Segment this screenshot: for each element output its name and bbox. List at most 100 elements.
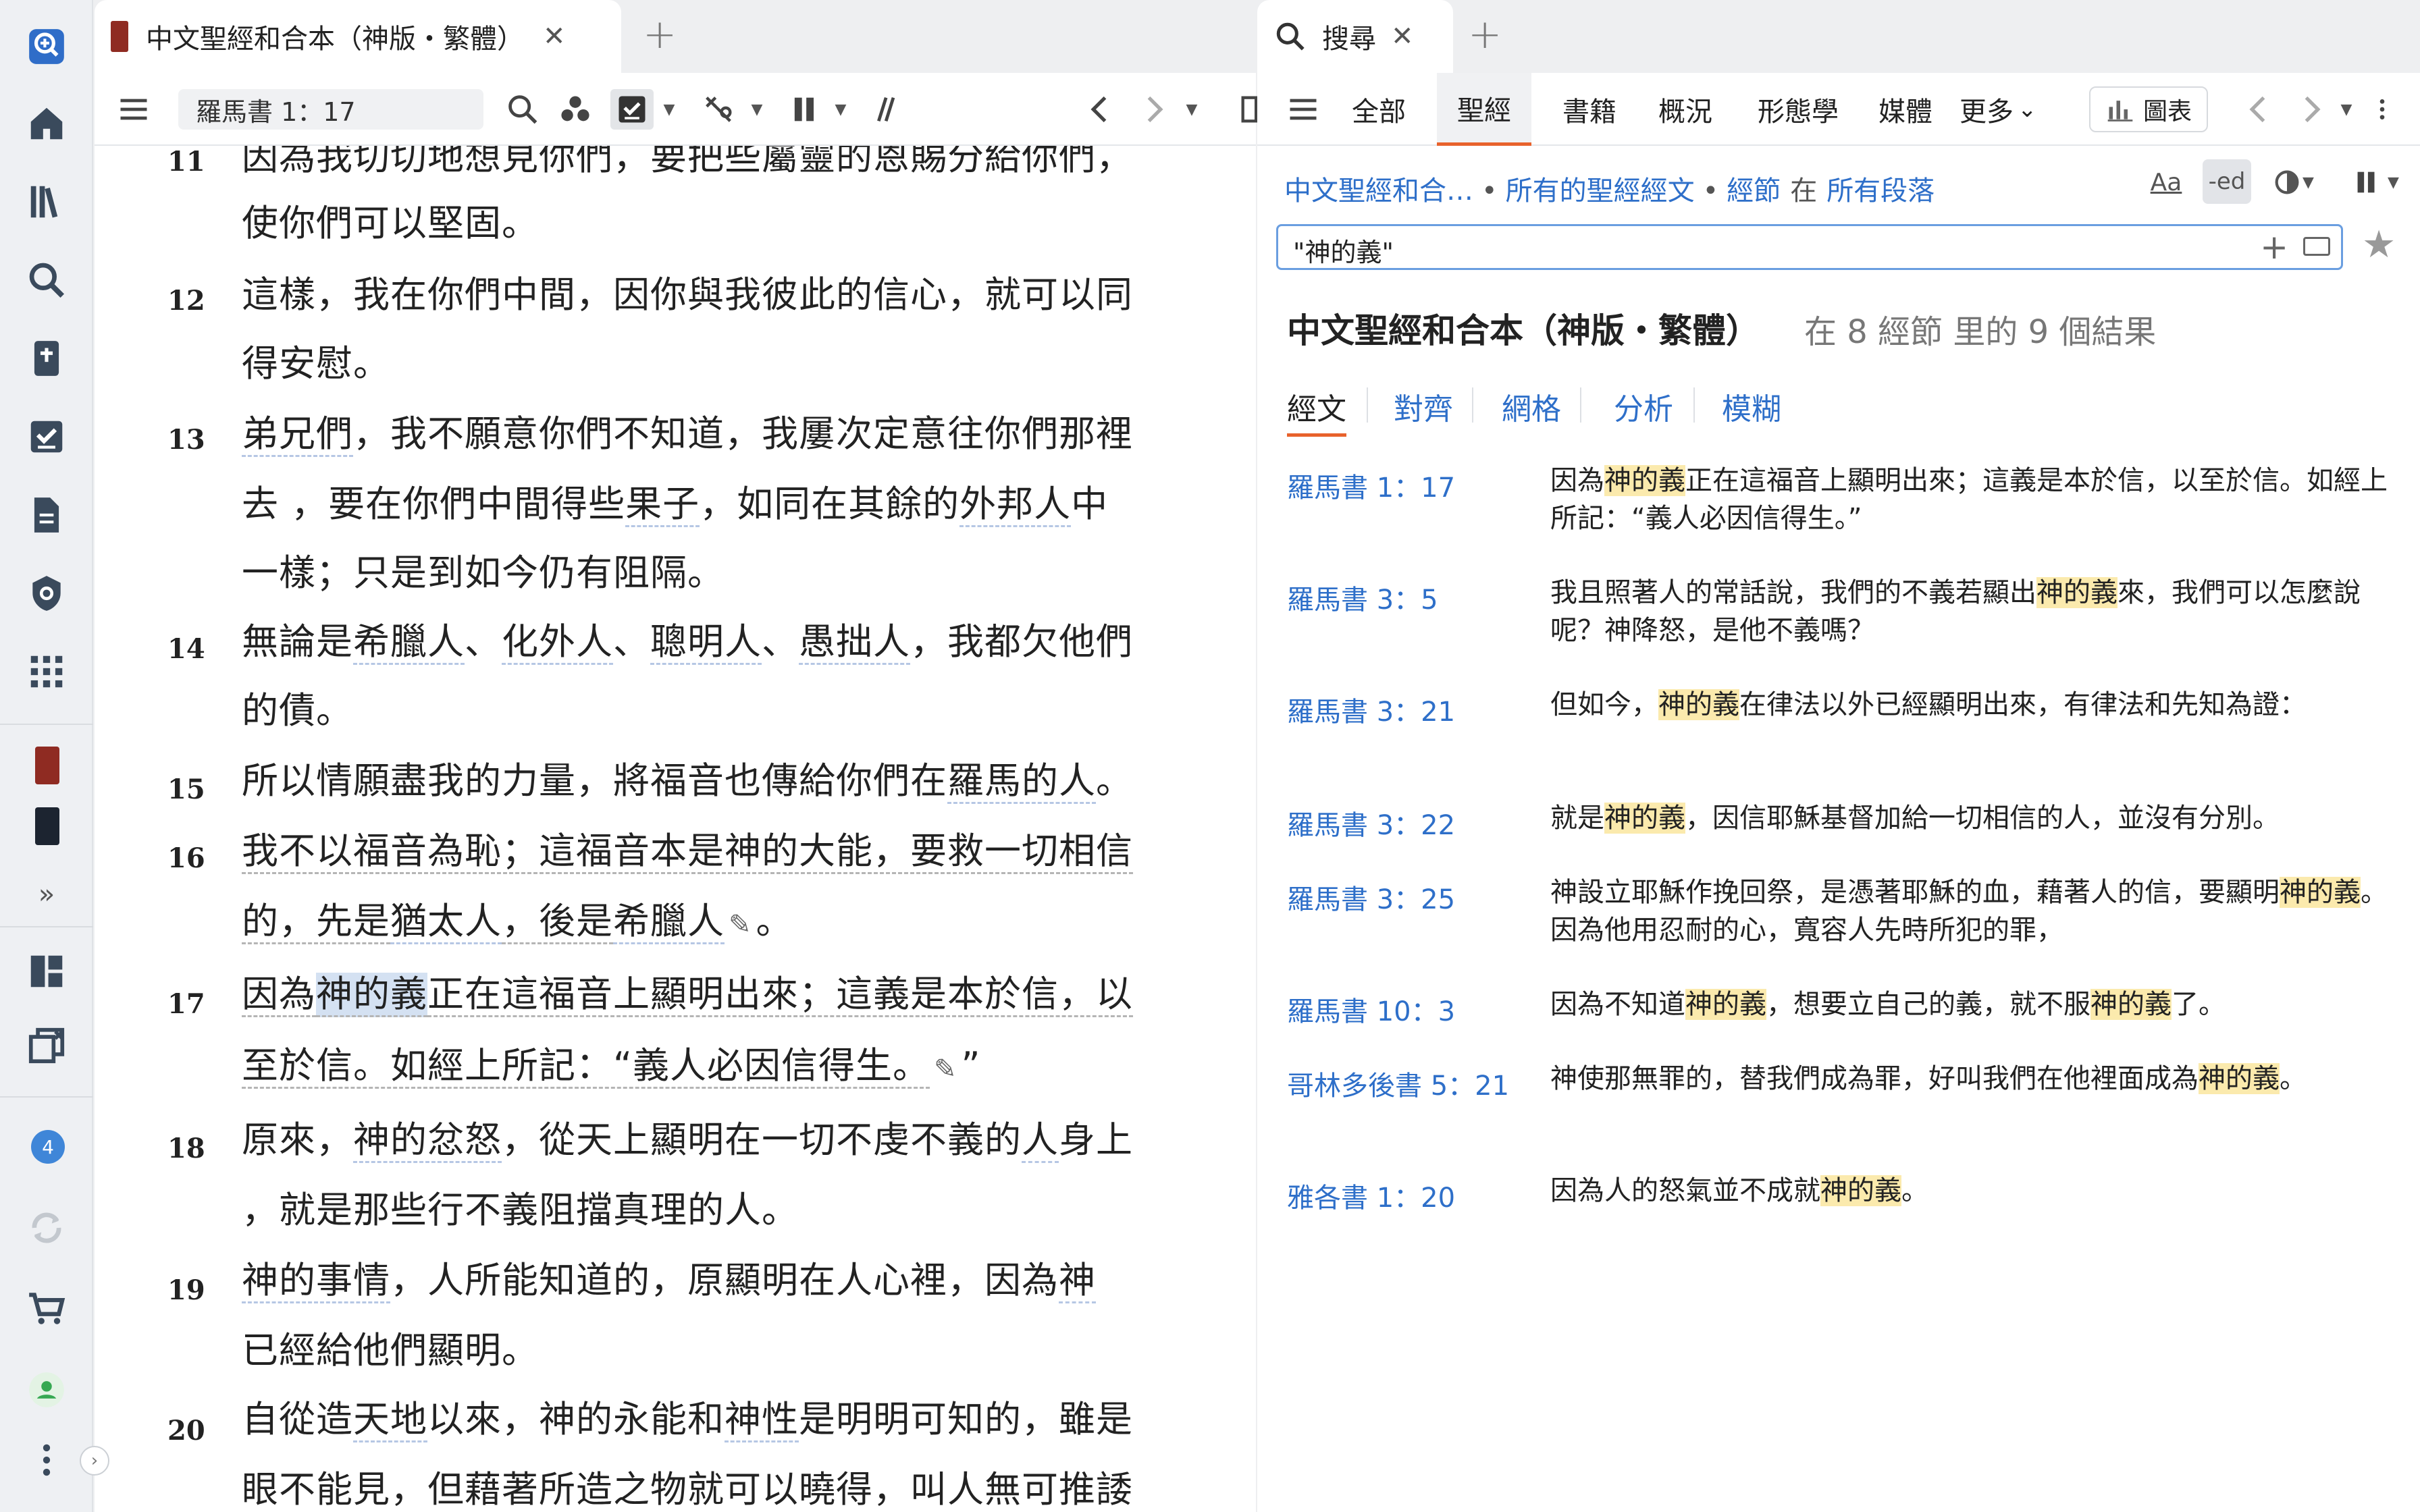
note-pen-icon[interactable]: ✎ <box>934 1054 957 1085</box>
more-vertical-icon[interactable] <box>23 1436 70 1484</box>
result-text[interactable]: 但如今，神的義在律法以外已經顯明出來，有律法和先知為證： <box>1550 686 2394 724</box>
nav-tab-books[interactable]: 書籍 <box>1552 73 1627 146</box>
sync-icon[interactable] <box>23 1204 70 1251</box>
search-input[interactable]: "神的義" + <box>1276 224 2343 270</box>
scope-range-link[interactable]: 所有的聖經經文 <box>1506 176 1695 207</box>
open-book-thumbnail[interactable] <box>35 807 59 845</box>
word-forms-button[interactable]: -ed <box>2203 159 2251 204</box>
parallel-icon[interactable] <box>864 89 905 130</box>
shield-eye-icon[interactable] <box>23 570 70 617</box>
scope-unit-link[interactable]: 經節 <box>1727 176 1781 207</box>
cart-icon[interactable] <box>23 1285 70 1332</box>
layouts-icon[interactable] <box>23 948 70 995</box>
verse-line[interactable]: 弟兄們，我不願意你們不知道，我屢次定意往你們那裡 <box>242 404 1133 457</box>
verse-number[interactable]: 19 <box>167 1274 205 1306</box>
verse-line[interactable]: 無論是希臘人、化外人、聰明人、愚拙人，我都欠他們 <box>242 612 1133 665</box>
selected-phrase[interactable]: 神的義 <box>316 973 427 1017</box>
verse-line[interactable]: 神的事情，人所能知道的，原顯明在人心裡，因為神 <box>242 1250 1096 1303</box>
chart-button[interactable]: 圖表 <box>2089 86 2208 132</box>
verse-number[interactable]: 14 <box>167 633 205 665</box>
verse-line[interactable]: ，就是那些行不義阻擋真理的人。 <box>242 1180 799 1233</box>
verse-number[interactable]: 18 <box>167 1133 205 1164</box>
close-icon[interactable]: ✕ <box>1391 21 1414 52</box>
result-reference[interactable]: 哥林多後書 5：21 <box>1287 1064 1509 1103</box>
verse-line[interactable]: 得安慰。 <box>242 333 390 387</box>
open-book-thumbnail[interactable] <box>35 747 59 784</box>
document-icon[interactable] <box>23 491 70 539</box>
verse-line[interactable]: 的債。 <box>242 680 353 734</box>
verse-number[interactable]: 17 <box>167 988 205 1020</box>
verse-line[interactable]: 這樣，我在你們中間，因你與我彼此的信心，就可以同 <box>242 265 1133 318</box>
verse-line[interactable]: 自從造天地以來，神的永能和神性是明明可知的，雖是 <box>242 1389 1133 1442</box>
nav-tab-overview[interactable]: 概況 <box>1648 73 1723 146</box>
search-icon[interactable] <box>23 256 70 304</box>
result-text[interactable]: 神使那無罪的，替我們成為罪，好叫我們在他裡面成為神的義。 <box>1550 1060 2394 1098</box>
close-icon[interactable]: ✕ <box>543 21 566 52</box>
chevron-down-icon[interactable]: ▼ <box>831 89 851 130</box>
forward-chevron-icon[interactable] <box>2292 89 2330 130</box>
verse-line[interactable]: 所以情願盡我的力量，將福音也傳給你們在羅馬的人。 <box>242 751 1133 804</box>
add-tab-button[interactable]: + <box>1468 11 1502 58</box>
collapse-rail-button[interactable]: › <box>80 1446 109 1476</box>
keyboard-icon[interactable] <box>2303 237 2330 256</box>
verse-line[interactable]: 我不以福音為恥；這福音本是神的大能，要救一切相信 <box>242 821 1133 874</box>
result-reference[interactable]: 羅馬書 3：21 <box>1287 690 1455 729</box>
nav-tab-bible[interactable]: 聖經 <box>1437 73 1531 146</box>
bible-text[interactable]: 11 因為我切切地想見你們，要把些屬靈的恩賜分給你們， 使你們可以堅固。 12 … <box>95 146 1256 1512</box>
nav-tab-more[interactable]: 更多 ⌄ <box>1959 73 2061 146</box>
result-text[interactable]: 因為不知道神的義，想要立自己的義，就不服神的義了。 <box>1550 986 2394 1023</box>
panel-menu-icon[interactable] <box>113 89 154 130</box>
tasks-check-icon[interactable] <box>23 413 70 460</box>
add-term-icon[interactable]: + <box>2260 227 2288 267</box>
verse-line[interactable]: 去 ，要在你們中間得些果子，如同在其餘的外邦人中 <box>242 474 1108 527</box>
chevron-down-icon[interactable]: ▼ <box>747 89 767 130</box>
highlight-check-icon[interactable] <box>610 89 654 130</box>
chevron-down-icon[interactable]: ▼ <box>1182 89 1202 130</box>
home-icon[interactable] <box>23 100 70 147</box>
scope-paragraphs-link[interactable]: 所有段落 <box>1826 176 1935 207</box>
panel-menu-icon[interactable] <box>1283 89 1323 130</box>
interlinear-icon[interactable] <box>697 89 740 130</box>
apps-grid-icon[interactable] <box>23 648 70 695</box>
notifications-badge[interactable]: 4 <box>31 1130 65 1164</box>
result-reference[interactable]: 羅馬書 3：25 <box>1287 878 1455 917</box>
close-panels-icon[interactable] <box>23 1022 70 1069</box>
verse-line[interactable]: 因為神的義正在這福音上顯明出來；這義是本於信，以 <box>242 964 1133 1017</box>
more-vertical-icon[interactable] <box>2369 89 2396 130</box>
back-chevron-icon[interactable] <box>2240 89 2278 130</box>
verse-line[interactable]: 因為我切切地想見你們，要把些屬靈的恩賜分給你們， <box>242 146 1133 180</box>
result-text[interactable]: 因為神的義正在這福音上顯明出來；這義是本於信，以至於信。如經上所記：“義人必因信… <box>1550 462 2394 537</box>
view-tab-verses[interactable]: 經文 <box>1287 385 1346 437</box>
view-tab-analysis[interactable]: 分析 <box>1614 385 1673 428</box>
scope-bible-link[interactable]: 中文聖經和合… <box>1284 176 1473 207</box>
result-reference[interactable]: 羅馬書 10：3 <box>1287 990 1455 1029</box>
verse-number[interactable]: 13 <box>167 424 205 456</box>
result-text[interactable]: 神設立耶穌作挽回祭，是憑著耶穌的血，藉著人的信，要顯明神的義。因為他用忍耐的心，… <box>1550 873 2394 949</box>
more-books-button[interactable]: » <box>23 871 70 918</box>
columns-icon[interactable]: ▼ <box>2351 162 2412 202</box>
bible-tab[interactable]: 中文聖經和合本（神版・繁體） ✕ <box>95 0 621 73</box>
verse-number[interactable]: 11 <box>167 146 205 178</box>
columns-icon[interactable] <box>785 89 825 130</box>
search-icon[interactable] <box>502 89 543 130</box>
logos-search-icon[interactable] <box>23 23 70 70</box>
verse-number[interactable]: 20 <box>167 1415 205 1447</box>
match-case-button[interactable]: Aa <box>2146 162 2186 202</box>
view-tab-grid[interactable]: 網格 <box>1502 385 1561 428</box>
verse-line[interactable]: 使你們可以堅固。 <box>242 193 539 246</box>
verse-line[interactable]: 眼不能見，但藉著所造之物就可以曉得，叫人無可推諉 <box>242 1459 1133 1512</box>
verse-line[interactable]: 一樣；只是到如今仍有阻隔。 <box>242 543 725 596</box>
verse-line[interactable]: 至於信。如經上所記：“義人必因信得生。 ✎” <box>242 1035 980 1089</box>
reference-box[interactable]: 羅馬書 1：17 <box>178 89 483 130</box>
nav-tab-morphology[interactable]: 形態學 <box>1745 73 1851 146</box>
verse-number[interactable]: 15 <box>167 774 205 805</box>
verse-line[interactable]: 原來，神的忿怒，從天上顯明在一切不虔不義的人身上 <box>242 1110 1133 1163</box>
result-text[interactable]: 就是神的義，因信耶穌基督加給一切相信的人，並沒有分別。 <box>1550 799 2394 837</box>
bible-plus-icon[interactable] <box>23 335 70 382</box>
verse-line[interactable]: 的，先是猶太人，後是希臘人 ✎。 <box>242 891 793 944</box>
library-icon[interactable] <box>23 178 70 225</box>
back-chevron-icon[interactable] <box>1082 89 1120 130</box>
chevron-down-icon[interactable]: ▼ <box>659 89 679 130</box>
verse-number[interactable]: 12 <box>167 285 205 317</box>
nav-tab-all[interactable]: 全部 <box>1341 73 1417 146</box>
